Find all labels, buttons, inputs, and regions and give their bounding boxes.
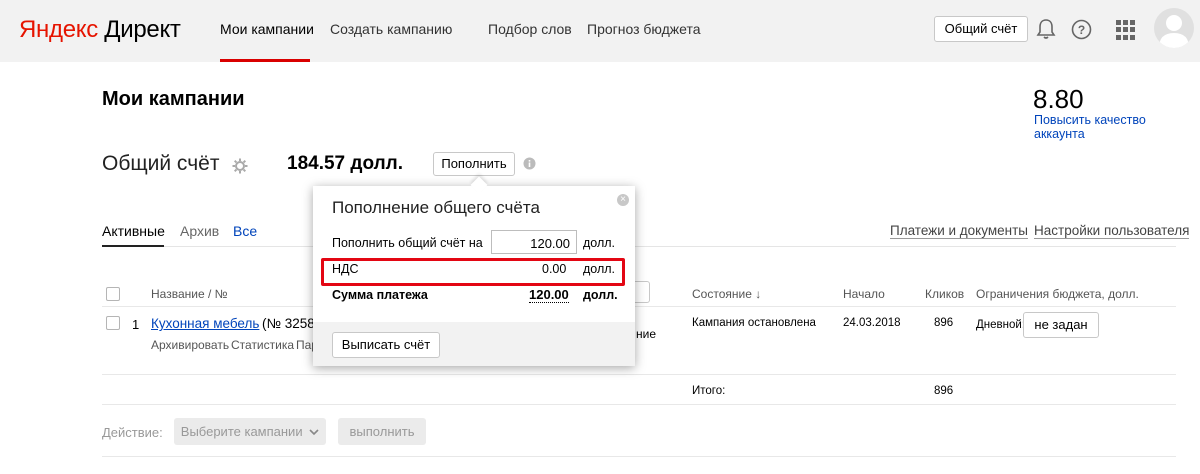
vat-value: 0.00 (542, 262, 567, 276)
total-payment-currency: долл. (583, 288, 618, 302)
amount-label: Пополнить общий счёт на (332, 236, 483, 250)
campaign-id: (№ 3258 (262, 316, 315, 331)
quality-score: 8.80 (1033, 84, 1084, 114)
vat-currency: долл. (583, 262, 616, 276)
total-payment-label: Сумма платежа (332, 288, 428, 302)
account-balance: 184.57 долл. (287, 153, 404, 174)
statistics-link[interactable]: Статистика (231, 338, 294, 352)
bottom-divider (102, 456, 1176, 457)
help-icon[interactable]: ? (1071, 19, 1092, 40)
payments-documents-link[interactable]: Платежи и документы (890, 223, 1028, 239)
nav-create-campaign[interactable]: Создать кампанию (330, 21, 452, 37)
campaign-name-link[interactable]: Кухонная мебель (151, 316, 259, 331)
col-state-header[interactable]: Состояние ↓ (692, 287, 761, 301)
run-action-button[interactable]: выполнить (338, 418, 426, 445)
row-checkbox[interactable] (106, 316, 120, 330)
close-icon[interactable]: × (617, 194, 629, 206)
campaign-start-date: 24.03.2018 (843, 317, 901, 329)
topup-popup: Пополнение общего счёта × Пополнить общи… (313, 176, 635, 366)
info-icon[interactable] (523, 157, 536, 170)
user-settings-link[interactable]: Настройки пользователя (1034, 223, 1190, 239)
action-label: Действие: (102, 425, 163, 440)
col-name-header[interactable]: Название / № (151, 287, 228, 301)
nav-my-campaigns[interactable]: Мои кампании (220, 21, 314, 37)
obscured-text: ние (636, 327, 657, 341)
campaign-state: Кампания остановлена (692, 317, 816, 329)
popup-footer: Выписать счёт (313, 322, 635, 366)
apps-grid-icon[interactable] (1116, 20, 1136, 40)
avatar[interactable] (1154, 8, 1194, 48)
logo[interactable]: Яндекс Директ (19, 16, 181, 44)
campaign-clicks: 896 (934, 317, 954, 329)
budget-label: Дневной: (976, 319, 1026, 331)
shared-account-title: Общий счёт (102, 152, 220, 175)
improve-quality-link[interactable]: Повысить качество аккаунта (1034, 113, 1174, 141)
issue-invoice-button[interactable]: Выписать счёт (332, 332, 440, 358)
total-label: Итого: (692, 385, 726, 397)
vat-highlight-box (321, 258, 625, 286)
col-start-header[interactable]: Начало (843, 287, 885, 301)
popup-title: Пополнение общего счёта (332, 198, 540, 217)
vat-label: НДС (332, 262, 359, 276)
top-header: Яндекс Директ Мои кампании Создать кампа… (0, 0, 1200, 62)
daily-budget-button[interactable]: не задан (1023, 312, 1099, 338)
chevron-down-icon (309, 429, 319, 436)
table-header-divider (102, 306, 1176, 307)
svg-text:?: ? (1078, 23, 1085, 37)
row-divider (102, 374, 1176, 375)
archive-link[interactable]: Архивировать (151, 338, 229, 352)
amount-currency: долл. (583, 236, 616, 250)
popup-tail (470, 176, 488, 194)
tab-active-underline (102, 245, 164, 247)
tabs-divider (102, 246, 1176, 247)
tab-active[interactable]: Активные (102, 223, 165, 239)
select-campaigns-dropdown[interactable]: Выберите кампании (174, 418, 326, 445)
page-title: Мои кампании (102, 88, 245, 110)
total-divider (102, 404, 1176, 405)
amount-input[interactable] (491, 230, 577, 254)
gear-icon[interactable] (232, 158, 248, 174)
select-all-checkbox[interactable] (106, 287, 120, 301)
col-clicks-header[interactable]: Кликов (925, 287, 964, 301)
shared-account-button[interactable]: Общий счёт (934, 16, 1028, 42)
tab-all[interactable]: Все (233, 223, 257, 239)
select-campaigns-label: Выберите кампании (180, 424, 303, 439)
topup-button[interactable]: Пополнить (433, 152, 515, 176)
row-number: 1 (132, 317, 140, 332)
bell-icon[interactable] (1036, 18, 1056, 40)
tab-archive[interactable]: Архив (180, 223, 219, 239)
nav-active-indicator (220, 59, 310, 62)
nav-word-selection[interactable]: Подбор слов (488, 21, 572, 37)
user-silhouette-icon (1159, 15, 1189, 48)
col-budget-header: Ограничения бюджета, долл. (976, 287, 1139, 301)
total-clicks: 896 (934, 385, 954, 397)
nav-budget-forecast[interactable]: Прогноз бюджета (587, 21, 701, 37)
total-payment-value: 120.00 (529, 287, 569, 303)
